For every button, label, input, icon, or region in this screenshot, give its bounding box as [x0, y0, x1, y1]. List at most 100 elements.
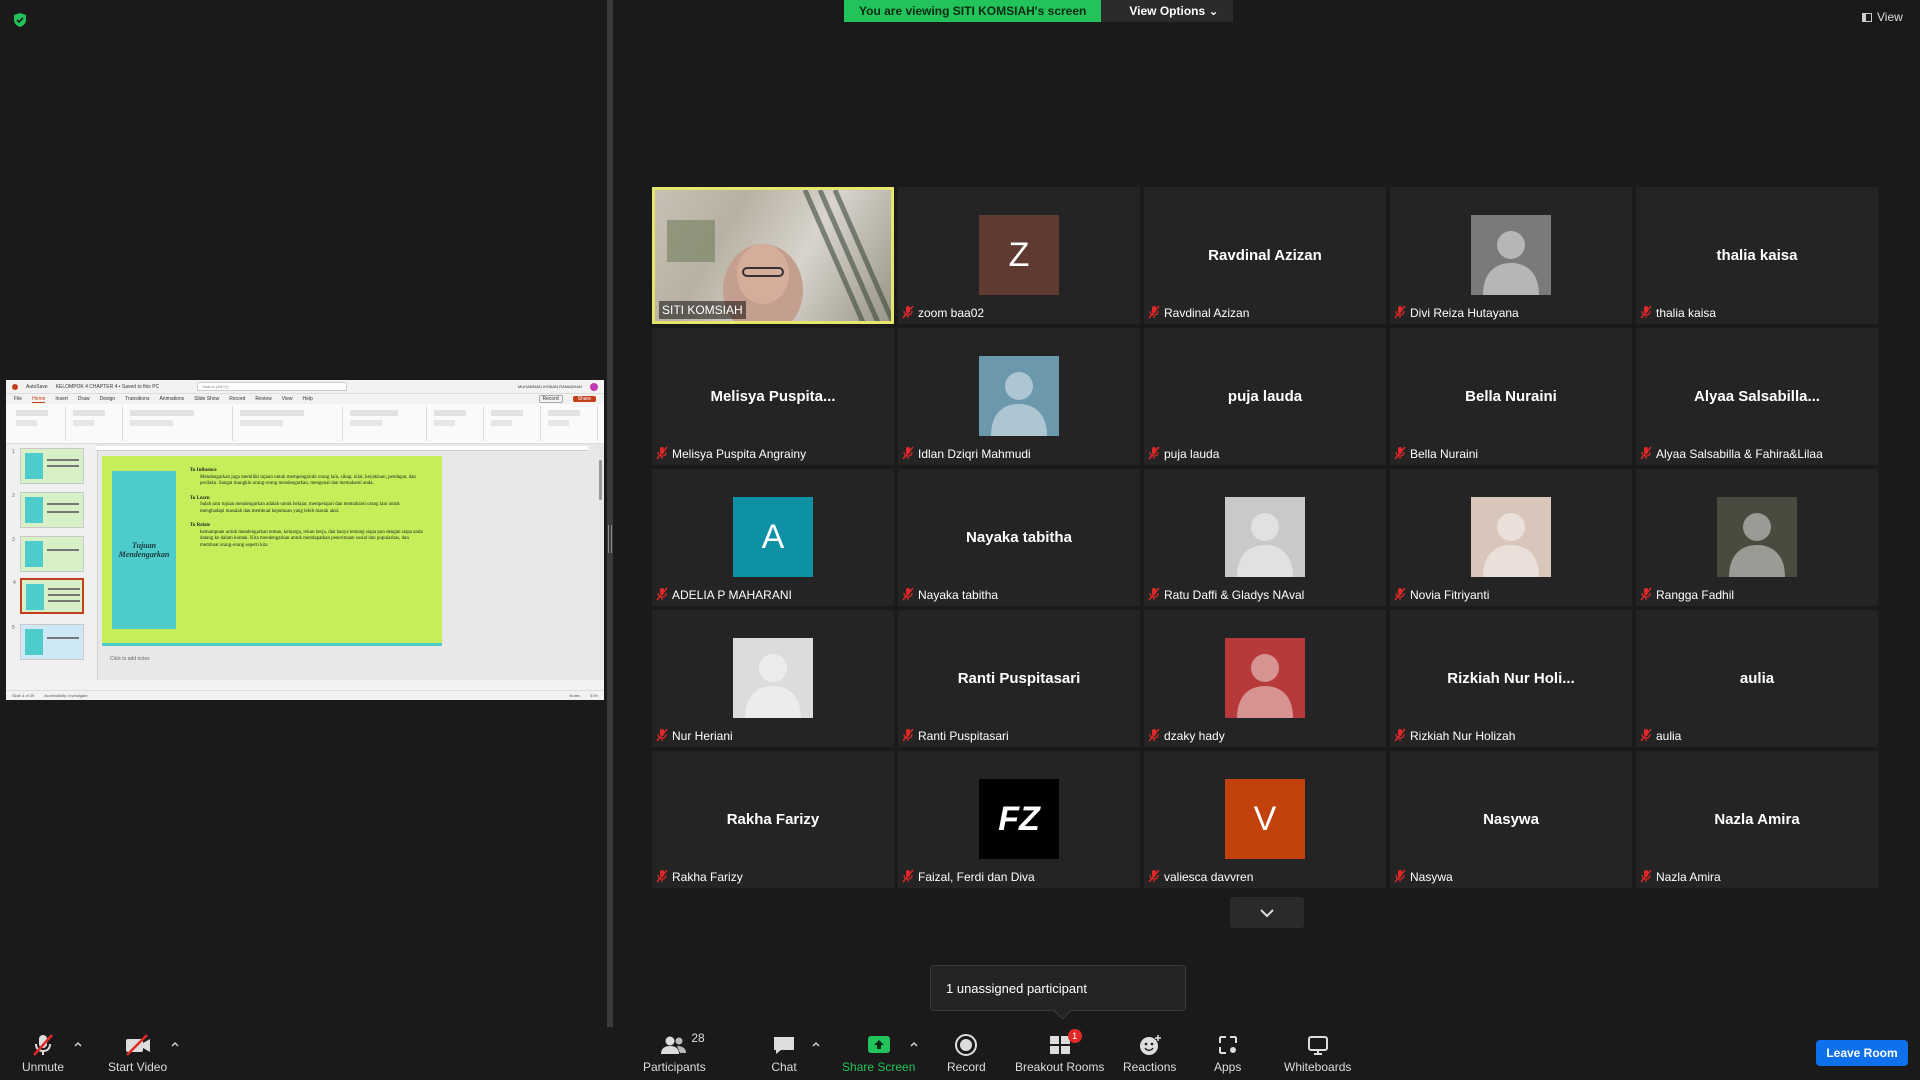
participant-tile[interactable]: Divi Reiza Hutayana: [1390, 187, 1632, 324]
ppt-tab: Transitions: [125, 396, 150, 402]
chat-button[interactable]: Chat: [771, 1033, 797, 1074]
participant-tile[interactable]: Vvaliesca davvren: [1144, 751, 1386, 888]
participant-tile[interactable]: Ratu Daffi & Gladys NAval: [1144, 469, 1386, 606]
apps-button[interactable]: Apps: [1214, 1033, 1241, 1074]
screen-share-banner: You are viewing SITI KOMSIAH's screen Vi…: [844, 0, 1233, 22]
panel-splitter[interactable]: [607, 0, 613, 1027]
participant-tile[interactable]: FZ Faizal, Ferdi dan Diva: [898, 751, 1140, 888]
participant-tile[interactable]: Nazla Amira Nazla Amira: [1636, 751, 1878, 888]
shared-powerpoint[interactable]: AutoSave KELOMPOK 4 CHAPTER 4 • Saved to…: [6, 380, 604, 700]
zoom-level: 31%: [589, 693, 598, 698]
participant-tile[interactable]: SITI KOMSIAH: [652, 187, 894, 324]
participant-tile[interactable]: Zzoom baa02: [898, 187, 1140, 324]
participant-name: dzaky hady: [1164, 729, 1225, 743]
next-page-button[interactable]: [1230, 897, 1304, 928]
reactions-button[interactable]: Reactions: [1123, 1033, 1176, 1074]
participant-tile[interactable]: Rangga Fadhil: [1636, 469, 1878, 606]
breakout-rooms-button[interactable]: 1 Breakout Rooms: [1015, 1029, 1104, 1074]
participant-name-label: Rangga Fadhil: [1640, 586, 1734, 604]
slide-title-box: Tujuan Mendengarkan: [112, 471, 176, 629]
share-options-caret-icon[interactable]: [909, 1039, 919, 1049]
participant-avatar: Z: [979, 215, 1059, 295]
chat-icon: [771, 1033, 797, 1057]
participant-tile[interactable]: Nayaka tabitha Nayaka tabitha: [898, 469, 1140, 606]
participant-tile[interactable]: puja lauda puja lauda: [1144, 328, 1386, 465]
participant-name-label: SITI KOMSIAH: [659, 301, 746, 319]
whiteboards-button[interactable]: Whiteboards: [1284, 1033, 1351, 1074]
participant-avatar: [1225, 497, 1305, 577]
muted-mic-icon: [902, 728, 914, 745]
record-button[interactable]: Record: [947, 1033, 986, 1074]
ppt-tab: Review: [255, 396, 272, 402]
share-screen-button[interactable]: Share Screen: [842, 1033, 915, 1074]
viewing-screen-label: You are viewing SITI KOMSIAH's screen: [844, 0, 1102, 22]
participant-name-label: Ravdinal Azizan: [1148, 304, 1249, 322]
apps-label: Apps: [1214, 1060, 1242, 1074]
participant-name: Bella Nuraini: [1410, 447, 1479, 461]
participant-tile[interactable]: Novia Fitriyanti: [1390, 469, 1632, 606]
participant-name: ADELIA P MAHARANI: [672, 588, 792, 602]
ppt-tab: Insert: [55, 396, 68, 402]
audio-options-caret-icon[interactable]: [73, 1039, 83, 1049]
participant-tile[interactable]: A ADELIA P MAHARANI: [652, 469, 894, 606]
view-layout-button[interactable]: View: [1862, 10, 1903, 24]
participant-tile[interactable]: Bella Nuraini Bella Nuraini: [1390, 328, 1632, 465]
breakout-badge: 1: [1067, 1029, 1082, 1043]
muted-mic-icon: [902, 446, 914, 463]
whiteboards-label: Whiteboards: [1284, 1060, 1352, 1074]
participant-name-label: Bella Nuraini: [1394, 445, 1478, 463]
ppt-ribbon: [6, 404, 604, 444]
participant-tile[interactable]: Ranti Puspitasari Ranti Puspitasari: [898, 610, 1140, 747]
muted-mic-icon: [1640, 728, 1652, 745]
participant-tile[interactable]: Melisya Puspita... Melisya Puspita Angrai…: [652, 328, 894, 465]
leave-room-button[interactable]: Leave Room: [1816, 1040, 1908, 1066]
zoom-window: AutoSave KELOMPOK 4 CHAPTER 4 • Saved to…: [0, 0, 1920, 1080]
muted-mic-icon: [656, 587, 668, 604]
ppt-tab: Animations: [159, 396, 185, 402]
muted-mic-icon: [902, 587, 914, 604]
participant-name: Faizal, Ferdi dan Diva: [918, 870, 1035, 884]
participant-name-label: Faizal, Ferdi dan Diva: [902, 868, 1035, 886]
whiteboard-icon: [1306, 1033, 1330, 1057]
ppt-titlebar: AutoSave KELOMPOK 4 CHAPTER 4 • Saved to…: [6, 380, 604, 394]
participant-tile[interactable]: dzaky hady: [1144, 610, 1386, 747]
participant-avatar: FZ: [979, 779, 1059, 859]
participant-name-label: Idlan Dziqri Mahmudi: [902, 445, 1031, 463]
slide-thumbnail: 1: [12, 448, 84, 484]
participant-tile[interactable]: Nasywa Nasywa: [1390, 751, 1632, 888]
ppt-statusbar: Slide 4 of 29 Accessibility: Investigate…: [6, 690, 604, 700]
splitter-grip[interactable]: [608, 525, 612, 553]
view-options-button[interactable]: View Options ⌄: [1101, 0, 1233, 22]
record-icon: [954, 1033, 978, 1057]
participant-name-label: puja lauda: [1148, 445, 1219, 463]
participant-tile[interactable]: thalia kaisa thalia kaisa: [1636, 187, 1878, 324]
participant-tile[interactable]: Ravdinal Azizan Ravdinal Azizan: [1144, 187, 1386, 324]
participant-tile[interactable]: Alyaa Salsabilla... Alyaa Salsabilla & Fa…: [1636, 328, 1878, 465]
slide-thumbnails: 1 2 3 4 5: [6, 444, 98, 680]
muted-mic-icon: [902, 869, 914, 886]
participant-tile[interactable]: aulia aulia: [1636, 610, 1878, 747]
participants-button[interactable]: 28 Participants: [643, 1031, 706, 1074]
chat-options-caret-icon[interactable]: [811, 1039, 821, 1049]
slide-counter: Slide 4 of 29: [12, 693, 35, 698]
participant-tile[interactable]: Rakha Farizy Rakha Farizy: [652, 751, 894, 888]
slide-thumbnail-selected: 4: [13, 578, 84, 614]
participant-tile[interactable]: Rizkiah Nur Holi... Rizkiah Nur Holizah: [1390, 610, 1632, 747]
video-options-caret-icon[interactable]: [170, 1039, 180, 1049]
encryption-shield-icon[interactable]: [12, 12, 28, 28]
share-screen-icon: [866, 1033, 892, 1057]
muted-mic-icon: [1394, 446, 1406, 463]
start-video-button[interactable]: Start Video: [108, 1033, 167, 1074]
ppt-tab: Draw: [77, 396, 90, 402]
participant-tile[interactable]: Idlan Dziqri Mahmudi: [898, 328, 1140, 465]
muted-mic-icon: [1640, 305, 1652, 322]
unmute-button[interactable]: Unmute: [22, 1033, 64, 1074]
muted-mic-icon: [656, 446, 668, 463]
muted-mic-icon: [1148, 446, 1160, 463]
muted-mic-icon: [30, 1033, 56, 1057]
muted-mic-icon: [1394, 728, 1406, 745]
participant-tile[interactable]: Nur Heriani: [652, 610, 894, 747]
participant-name: puja lauda: [1164, 447, 1220, 461]
ruler: [96, 446, 588, 451]
participant-name-label: Novia Fitriyanti: [1394, 586, 1489, 604]
